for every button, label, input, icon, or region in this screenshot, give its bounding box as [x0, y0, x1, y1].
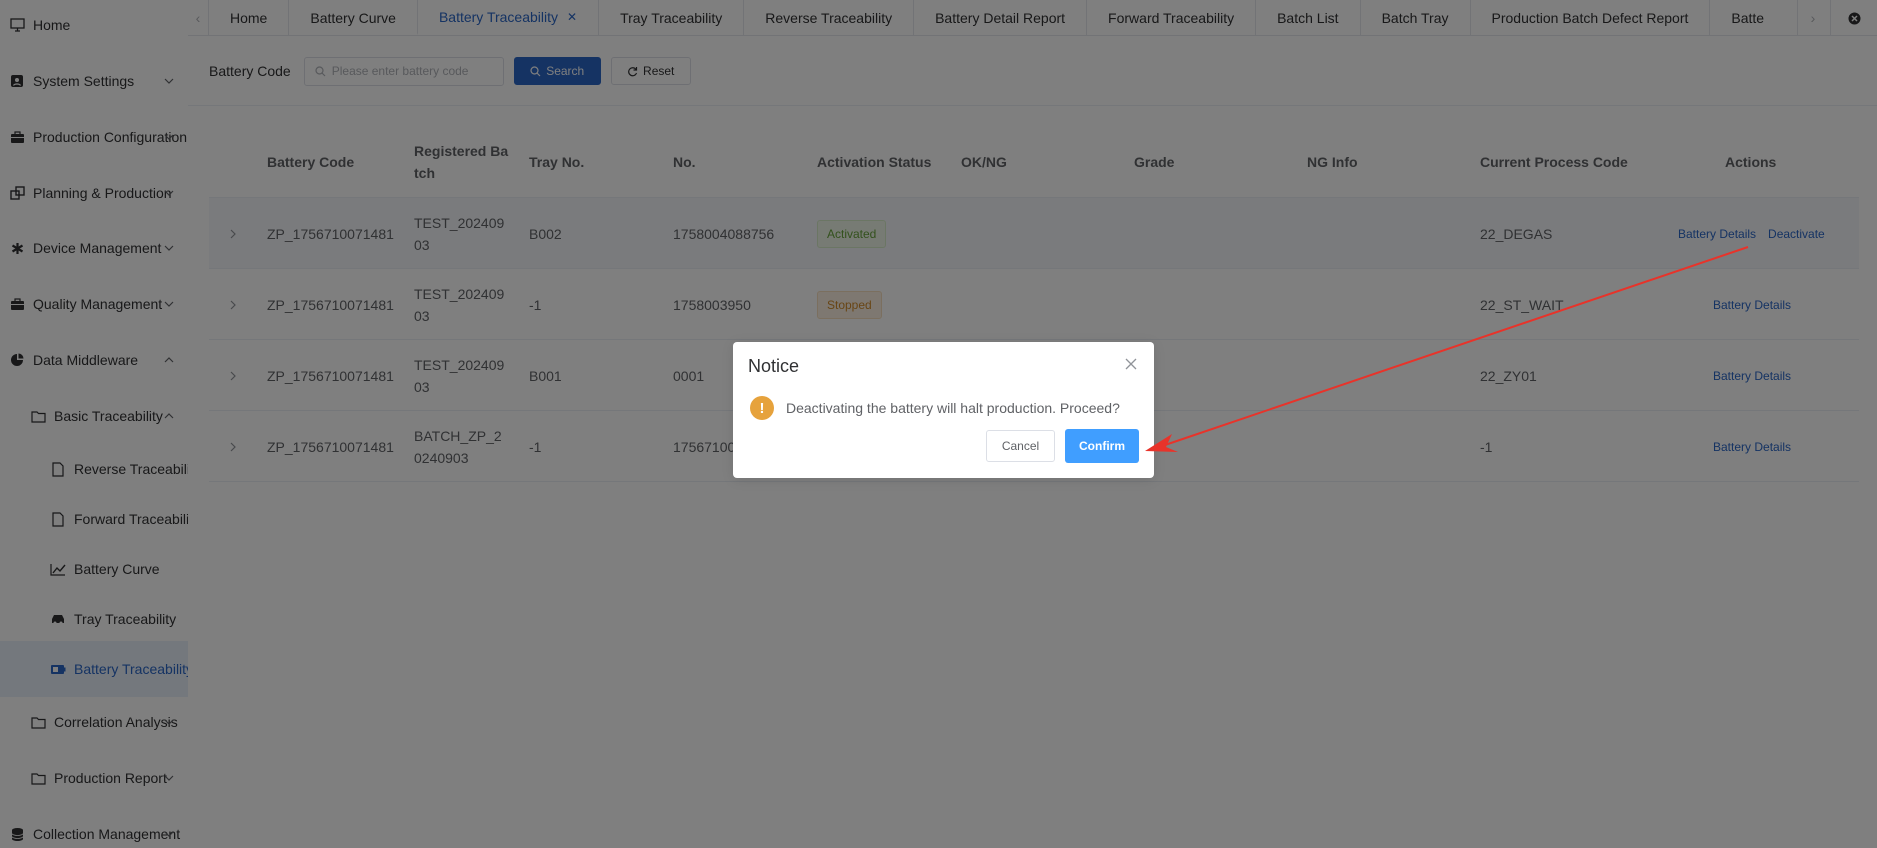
- cancel-button[interactable]: Cancel: [986, 430, 1055, 462]
- dialog-title: Notice: [748, 356, 800, 376]
- confirm-button[interactable]: Confirm: [1065, 429, 1139, 463]
- dialog-message: ! Deactivating the battery will halt pro…: [750, 396, 1120, 420]
- dialog-message-text: Deactivating the battery will halt produ…: [786, 400, 1120, 416]
- warning-icon: !: [750, 396, 774, 420]
- dialog-footer: Cancel Confirm: [986, 429, 1139, 463]
- confirm-dialog: Notice ! Deactivating the battery will h…: [733, 342, 1154, 478]
- close-icon[interactable]: [1123, 356, 1139, 372]
